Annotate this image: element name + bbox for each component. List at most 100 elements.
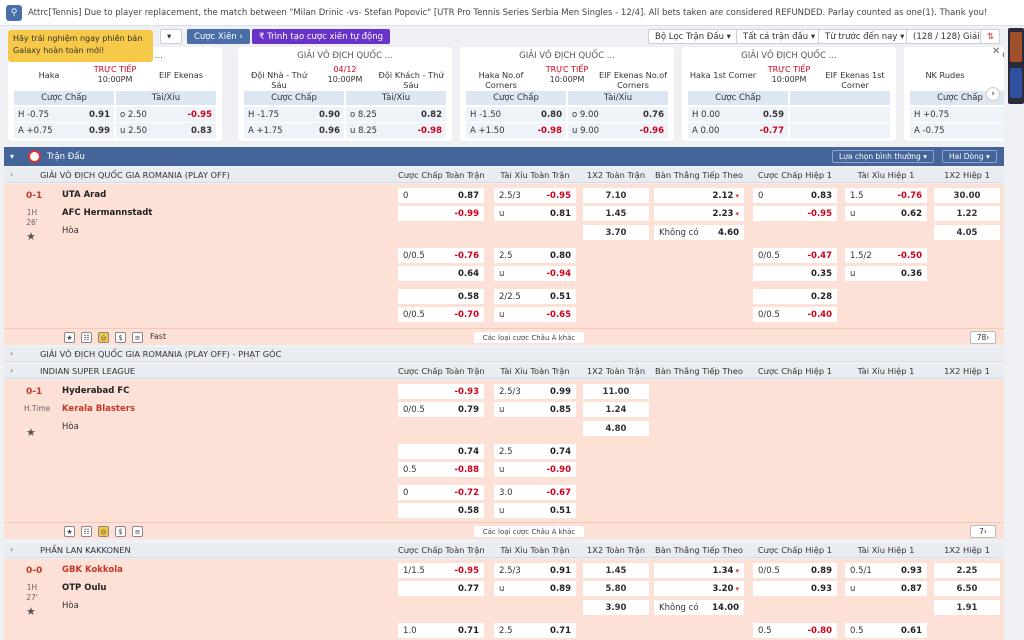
league-header[interactable]: › INDIAN SUPER LEAGUE Cược Chấp Toàn Trận T… <box>4 364 1004 379</box>
odds-cell[interactable]: 30.00 <box>934 188 1000 203</box>
next-goal-cell[interactable]: Không có 4.60 <box>654 225 744 240</box>
odds-cell[interactable]: 0/0.5 0.79 <box>398 402 484 417</box>
card-handicap-odd[interactable]: H -1.50 0.80 <box>466 107 566 122</box>
live-icon[interactable]: ◎ <box>98 332 109 343</box>
card-total-odd[interactable]: u 2.50 0.83 <box>116 123 216 138</box>
close-icon[interactable]: ✕ <box>992 46 1000 57</box>
card-handicap-odd[interactable]: A 0.00 -0.77 <box>688 123 788 138</box>
next-goal-cell[interactable]: 2.23 ▾ <box>654 206 744 221</box>
card-handicap-odd[interactable]: H -0.75 0.91 <box>14 107 114 122</box>
dropdown-button[interactable]: ▾ <box>160 29 182 44</box>
odds-cell[interactable]: u 0.62 <box>845 206 927 221</box>
odds-cell[interactable]: 0/0.5 -0.76 <box>398 248 484 263</box>
odds-cell[interactable]: 1/1.5 -0.95 <box>398 563 484 578</box>
odds-cell[interactable]: 0.93 <box>753 581 837 596</box>
odds-cell[interactable]: 0.5 -0.80 <box>753 623 837 638</box>
odds-cell[interactable]: 0.5 -0.88 <box>398 462 484 477</box>
promo-banner[interactable]: Hãy trải nghiệm ngay phiên bản Galaxy ho… <box>8 30 153 62</box>
featured-card[interactable]: GIẢI VÔ ĐỊCH QUỐC ... Haka No.of Corners T… <box>460 47 674 141</box>
live-icon[interactable]: ◎ <box>98 526 109 537</box>
odds-cell[interactable]: 1.45 <box>583 206 649 221</box>
match-filter-select[interactable]: Bộ Lọc Trận Đấu ▾ <box>648 29 738 44</box>
odds-cell[interactable]: 0.64 <box>398 266 484 281</box>
odds-cell[interactable]: 4.05 <box>934 225 1000 240</box>
expand-icon[interactable]: › <box>10 170 13 179</box>
odds-cell[interactable]: -0.99 <box>398 206 484 221</box>
time-range-select[interactable]: Từ trước đến nay ▾ <box>818 29 912 44</box>
expand-icon[interactable]: › <box>10 366 13 375</box>
league-header[interactable]: › GIẢI VÔ ĐỊCH QUỐC GIA ROMANIA (PLAY OFF… <box>4 168 1004 183</box>
all-matches-select[interactable]: Tất cả trận đấu ▾ <box>736 29 823 44</box>
card-total-odd[interactable]: o 8.25 0.82 <box>346 107 446 122</box>
odds-cell[interactable]: 0.77 <box>398 581 484 596</box>
odds-cell[interactable]: 3.70 <box>583 225 649 240</box>
card-handicap-odd[interactable]: H -1.75 0.90 <box>244 107 344 122</box>
odds-cell[interactable]: 3.90 <box>583 600 649 615</box>
money-icon[interactable]: $ <box>115 526 126 537</box>
odds-cell[interactable]: u -0.90 <box>494 462 576 477</box>
odds-cell[interactable]: 0.35 <box>753 266 837 281</box>
odds-cell[interactable]: 0.58 <box>398 289 484 304</box>
odds-cell[interactable]: 4.80 <box>583 421 649 436</box>
odds-cell[interactable]: u 0.87 <box>845 581 927 596</box>
fast-label[interactable]: Fast <box>150 332 166 341</box>
odds-cell[interactable]: 6.50 <box>934 581 1000 596</box>
collapse-icon[interactable]: ▾ <box>10 152 14 161</box>
odds-cell[interactable]: 1.5 -0.76 <box>845 188 927 203</box>
odds-cell[interactable]: -0.95 <box>753 206 837 221</box>
money-icon[interactable]: $ <box>115 332 126 343</box>
odds-cell[interactable]: 11.00 <box>583 384 649 399</box>
card-total-odd[interactable]: u 9.00 -0.96 <box>568 123 668 138</box>
card-total-odd[interactable] <box>790 123 890 138</box>
star-icon[interactable]: ★ <box>64 526 75 537</box>
chevron-right-icon[interactable]: › <box>986 87 1000 101</box>
odds-cell[interactable]: 0 -0.72 <box>398 485 484 500</box>
sort-select[interactable]: Lựa chọn bình thường ▾ <box>832 150 934 163</box>
featured-card[interactable]: GIẢI VÔ ĐỊCH QUỐC ... Đội Nhà - Thứ Sáu 04… <box>238 47 452 141</box>
odds-cell[interactable]: 2.5 0.74 <box>494 444 576 459</box>
side-ad[interactable] <box>1008 28 1024 104</box>
odds-cell[interactable]: u 0.81 <box>494 206 576 221</box>
league-header[interactable]: › PHẦN LAN KAKKONEN Cược Chấp Toàn Trận Tài… <box>4 543 1004 558</box>
card-total-odd[interactable]: o 9.00 0.76 <box>568 107 668 122</box>
odds-cell[interactable]: 2.5 0.80 <box>494 248 576 263</box>
odds-cell[interactable]: 1.45 <box>583 563 649 578</box>
odds-cell[interactable]: 1.0 0.71 <box>398 623 484 638</box>
odds-cell[interactable]: 7.10 <box>583 188 649 203</box>
odds-cell[interactable]: 2/2.5 0.51 <box>494 289 576 304</box>
card-handicap-odd[interactable]: H +0.75 <box>910 107 1004 122</box>
card-handicap-odd[interactable]: A +0.75 0.99 <box>14 123 114 138</box>
odds-cell[interactable]: 0/0.5 -0.40 <box>753 307 837 322</box>
odds-cell[interactable]: 0/0.5 -0.47 <box>753 248 837 263</box>
card-handicap-odd[interactable]: H 0.00 0.59 <box>688 107 788 122</box>
expand-icon[interactable]: › <box>10 545 13 554</box>
odds-cell[interactable]: u 0.89 <box>494 581 576 596</box>
card-handicap-odd[interactable]: A -0.75 <box>910 123 1004 138</box>
odds-cell[interactable]: 2.25 <box>934 563 1000 578</box>
more-bets-button[interactable]: Các loại cược Châu Á khác <box>474 332 584 343</box>
odds-cell[interactable]: 1.24 <box>583 402 649 417</box>
odds-cell[interactable]: 0.58 <box>398 503 484 518</box>
odds-cell[interactable]: 2.5/3 0.91 <box>494 563 576 578</box>
search-icon[interactable]: ⚲ <box>6 4 22 21</box>
odds-cell[interactable]: u -0.65 <box>494 307 576 322</box>
odds-cell[interactable]: -0.93 <box>398 384 484 399</box>
star-icon[interactable]: ★ <box>26 230 36 243</box>
stats-icon[interactable]: ☷ <box>81 526 92 537</box>
stats-icon[interactable]: ☷ <box>81 332 92 343</box>
odds-cell[interactable]: 3.0 -0.67 <box>494 485 576 500</box>
parlay-button[interactable]: Cược Xiên › <box>187 29 250 44</box>
odds-cell[interactable]: 0/0.5 0.89 <box>753 563 837 578</box>
sort-icon[interactable]: ⇅ <box>980 29 1000 44</box>
chart-icon[interactable]: ≡ <box>132 526 143 537</box>
odds-cell[interactable]: 2.5/3 0.99 <box>494 384 576 399</box>
league-count[interactable]: (128 / 128) Giải <box>906 29 987 44</box>
star-icon[interactable]: ★ <box>64 332 75 343</box>
star-icon[interactable]: ★ <box>26 426 36 439</box>
next-goal-cell[interactable]: 1.34 ▾ <box>654 563 744 578</box>
next-goal-cell[interactable]: 3.20 ▾ <box>654 581 744 596</box>
odds-cell[interactable]: 1.91 <box>934 600 1000 615</box>
odds-cell[interactable]: u 0.85 <box>494 402 576 417</box>
odds-cell[interactable]: 0.5 0.61 <box>845 623 927 638</box>
odds-cell[interactable]: 0.74 <box>398 444 484 459</box>
